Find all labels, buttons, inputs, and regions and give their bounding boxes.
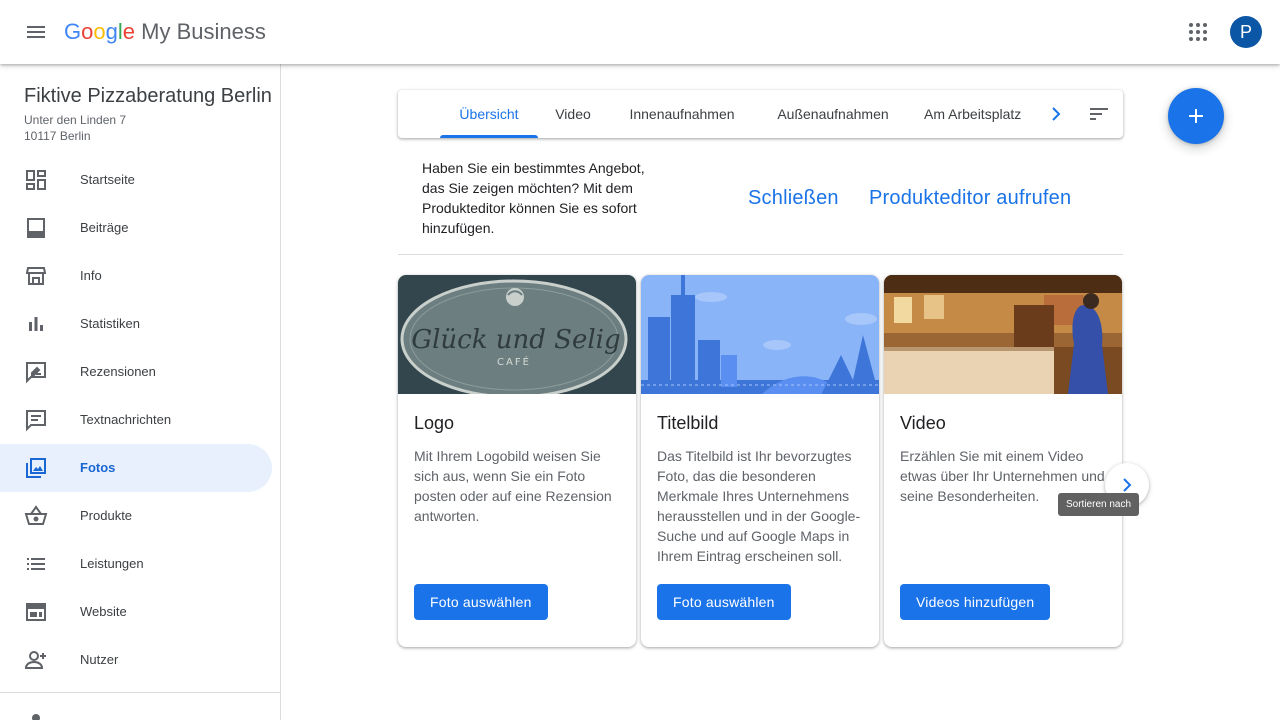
card-description: Mit Ihrem Logobild weisen Sie sich aus, … [414,448,612,524]
card-title: Video [900,413,946,433]
photo-category-tabs: Übersicht Video Innenaufnahmen Außenaufn… [398,90,1123,138]
storefront-icon [24,264,48,288]
card-video: Video Erzählen Sie mit einem Video etwas… [884,275,1122,647]
logo-sub-text: CAFÉ [497,355,531,368]
add-photo-fab[interactable] [1168,88,1224,144]
sidebar-item-website[interactable]: Website [0,588,272,636]
bar-chart-icon [24,312,48,336]
business-name: Fiktive Pizzaberatung Berlin [24,85,272,107]
add-videos-button[interactable]: Videos hinzufügen [900,584,1051,620]
sidebar-item-statistiken[interactable]: Statistiken [0,300,272,348]
promo-close-button[interactable]: Schließen [748,184,839,212]
promo-message: Haben Sie ein bestimmtes Angebot, das Si… [422,160,645,236]
sidebar-item-info[interactable]: Info [0,252,272,300]
card-title: Titelbild [657,413,719,433]
promo-open-product-editor-button[interactable]: Produkteditor aufrufen [869,184,1071,212]
sort-tooltip: Sortieren nach [1058,493,1140,516]
card-logo: CAFÉ Glück und Selig Logo Mit Ihrem Logo… [398,275,636,647]
select-cover-photo-button[interactable]: Foto auswählen [657,584,791,620]
top-app-bar: Google My Business P [0,0,1280,64]
person-icon [24,712,48,720]
account-avatar[interactable]: P [1230,16,1262,48]
sidebar: Fiktive Pizzaberatung Berlin Unter den L… [0,64,281,720]
tab-uebersicht[interactable]: Übersicht [440,90,538,138]
business-address: Unter den Linden 7 10117 Berlin [24,113,127,143]
cover-illustration [641,275,879,394]
cafe-interior-image [884,275,1122,394]
sidebar-item-textnachrichten[interactable]: Textnachrichten [0,396,272,444]
dashboard-icon [24,168,48,192]
promo-divider [398,254,1123,255]
card-titelbild: Titelbild Das Titelbild ist Ihr bevorzug… [641,275,879,647]
hamburger-icon[interactable] [24,20,48,44]
message-icon [24,408,48,432]
sidebar-item-startseite[interactable]: Startseite [0,156,272,204]
posts-icon [24,216,48,240]
sort-icon[interactable] [1087,102,1111,126]
tab-aussenaufnahmen[interactable]: Außenaufnahmen [761,90,905,138]
sidebar-item-nutzer[interactable]: Nutzer [0,636,272,684]
logo-script-text: Glück und Selig [411,325,620,355]
google-my-business-logo[interactable]: Google My Business [64,18,266,46]
logo-image: CAFÉ Glück und Selig [398,275,636,394]
tab-innenaufnahmen[interactable]: Innenaufnahmen [613,90,751,138]
tab-video[interactable]: Video [548,90,598,138]
web-icon [24,600,48,624]
card-description: Das Titelbild ist Ihr bevorzugtes Foto, … [657,448,861,564]
chevron-right-icon[interactable] [1044,102,1068,126]
plus-icon [1189,109,1203,123]
tab-am-arbeitsplatz[interactable]: Am Arbeitsplatz [924,90,1044,138]
sidebar-item-fotos[interactable]: Fotos [0,444,272,492]
sidebar-item-leistungen[interactable]: Leistungen [0,540,272,588]
photo-library-icon [24,456,48,480]
sidebar-nav: Startseite Beiträge Info Statistiken Rez… [0,156,280,684]
rate-review-icon [24,360,48,384]
person-add-icon [24,648,48,672]
select-logo-photo-button[interactable]: Foto auswählen [414,584,548,620]
sidebar-item-beitraege[interactable]: Beiträge [0,204,272,252]
list-icon [24,552,48,576]
sidebar-divider [0,692,280,693]
sidebar-item-rezensionen[interactable]: Rezensionen [0,348,272,396]
sidebar-item-produkte[interactable]: Produkte [0,492,272,540]
apps-grid-icon[interactable] [1186,20,1210,44]
basket-icon [24,504,48,528]
card-title: Logo [414,413,455,433]
